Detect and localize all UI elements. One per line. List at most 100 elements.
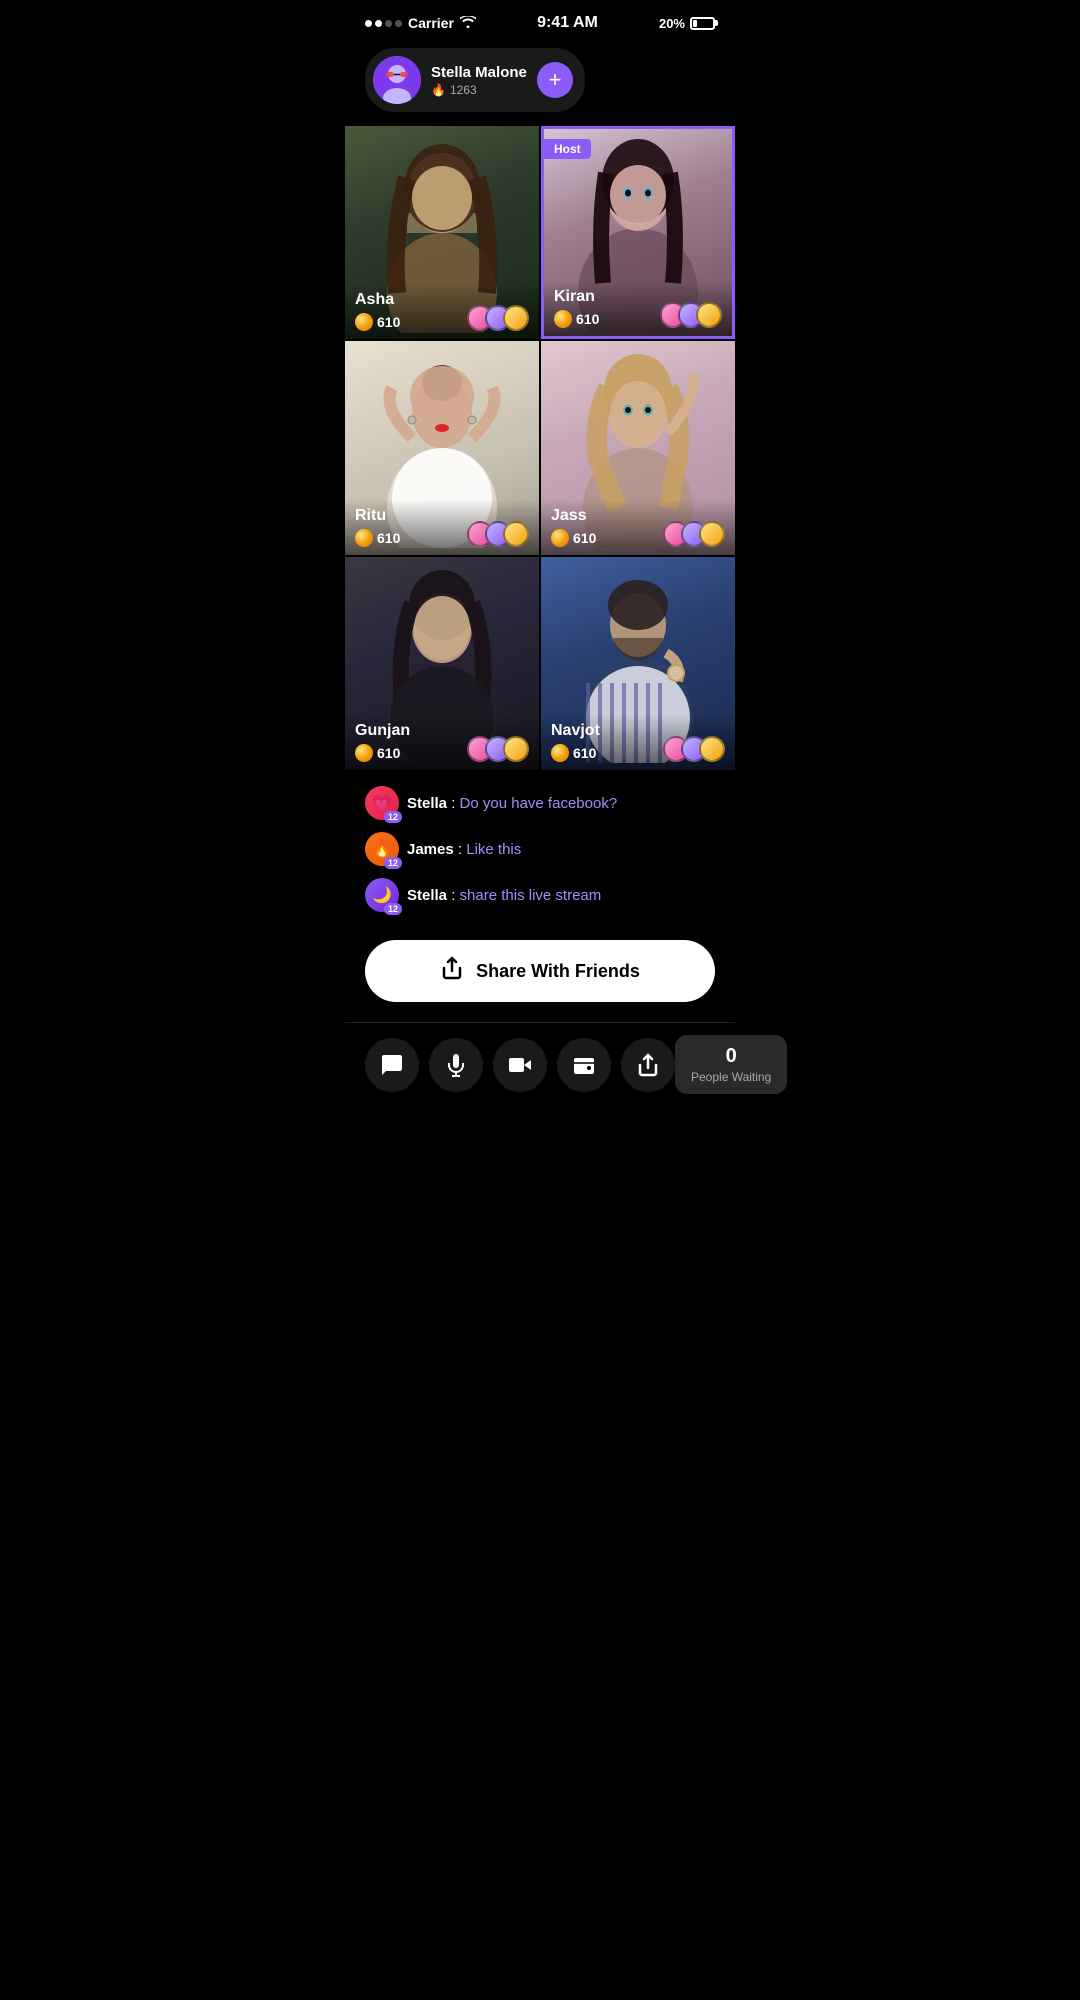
- chat-button[interactable]: [365, 1038, 419, 1092]
- chat-avatar-badge-3: 🌙 12: [365, 878, 399, 912]
- bottom-actions: [365, 1038, 675, 1092]
- chat-text-3: Stella : share this live stream: [407, 887, 601, 904]
- signal-dot-1: [365, 20, 372, 27]
- cell-avatars-asha: [467, 305, 529, 331]
- chat-content-1: Do you have facebook?: [460, 795, 618, 812]
- microphone-button[interactable]: [429, 1038, 483, 1092]
- cell-name-gunjan: Gunjan: [355, 722, 410, 740]
- coin-value-j: 610: [573, 530, 596, 546]
- video-cell-jass[interactable]: Jass 610: [541, 341, 735, 554]
- user-info: Stella Malone 🔥 1263: [431, 64, 527, 97]
- flame-icon: 🔥: [431, 83, 446, 97]
- chat-sender-1: Stella: [407, 795, 447, 812]
- coin-value-k: 610: [576, 311, 599, 327]
- coin-icon-j: [551, 529, 569, 547]
- video-grid: Asha 610: [345, 126, 735, 770]
- chat-text-1: Stella : Do you have facebook?: [407, 795, 617, 812]
- waiting-label: People Waiting: [691, 1070, 771, 1084]
- cell-name-ritu: Ritu: [355, 507, 400, 525]
- cell-info-kiran: Kiran 610: [554, 288, 599, 328]
- cell-bottom-navjot: Navjot 610: [541, 714, 735, 770]
- video-cell-asha[interactable]: Asha 610: [345, 126, 539, 339]
- wifi-icon: [460, 15, 476, 31]
- bottom-bar: 0 People Waiting: [345, 1022, 735, 1114]
- chat-content-3: share this live stream: [460, 887, 602, 904]
- cell-coins-asha: 610: [355, 313, 400, 331]
- video-button[interactable]: [493, 1038, 547, 1092]
- video-cell-ritu[interactable]: Ritu 610: [345, 341, 539, 554]
- coin-value-g: 610: [377, 745, 400, 761]
- video-cell-kiran[interactable]: Host Kiran 610: [541, 126, 735, 339]
- cell-bottom-gunjan: Gunjan 610: [345, 714, 539, 770]
- cell-coins-ritu: 610: [355, 529, 400, 547]
- coin-icon-g: [355, 744, 373, 762]
- wallet-button[interactable]: [557, 1038, 611, 1092]
- chat-level-2: 12: [384, 857, 402, 869]
- video-cell-navjot[interactable]: Navjot 610: [541, 557, 735, 770]
- carrier-label: Carrier: [408, 15, 454, 31]
- chat-avatar-badge-1: 💗 12: [365, 786, 399, 820]
- cell-name-navjot: Navjot: [551, 722, 600, 740]
- status-left: Carrier: [365, 15, 476, 31]
- chat-message-1: 💗 12 Stella : Do you have facebook?: [365, 786, 715, 820]
- chat-text-2: James : Like this: [407, 841, 521, 858]
- chat-avatar-icon-3: 🌙: [372, 885, 392, 905]
- cell-bottom-jass: Jass 610: [541, 499, 735, 555]
- share-button-icon: [440, 956, 464, 986]
- score-value: 1263: [450, 83, 477, 97]
- chat-sender-2: James: [407, 841, 454, 858]
- cell-info-jass: Jass 610: [551, 507, 596, 547]
- cell-info-gunjan: Gunjan 610: [355, 722, 410, 762]
- signal-dot-4: [395, 20, 402, 27]
- coin-value-n: 610: [573, 745, 596, 761]
- cell-coins-kiran: 610: [554, 310, 599, 328]
- chat-level-3: 12: [384, 903, 402, 915]
- chat-avatar-icon-2: 🔥: [372, 839, 392, 859]
- cell-coins-navjot: 610: [551, 744, 600, 762]
- chat-message-2: 🔥 12 James : Like this: [365, 832, 715, 866]
- cell-coins-gunjan: 610: [355, 744, 410, 762]
- cell-avatars-jass: [663, 521, 725, 547]
- mini-avatar-3: [503, 305, 529, 331]
- signal-dots: [365, 20, 402, 27]
- coin-icon-n: [551, 744, 569, 762]
- cell-info-asha: Asha 610: [355, 291, 400, 331]
- host-badge: Host: [544, 139, 591, 159]
- add-button[interactable]: +: [537, 62, 573, 98]
- video-cell-gunjan[interactable]: Gunjan 610: [345, 557, 539, 770]
- signal-dot-3: [385, 20, 392, 27]
- status-right: 20%: [659, 16, 715, 31]
- cell-name-kiran: Kiran: [554, 288, 599, 306]
- cell-avatars-navjot: [663, 736, 725, 762]
- chat-message-3: 🌙 12 Stella : share this live stream: [365, 878, 715, 912]
- chat-sender-3: Stella: [407, 887, 447, 904]
- cell-name-jass: Jass: [551, 507, 596, 525]
- waiting-count: 0: [691, 1045, 771, 1068]
- user-name: Stella Malone: [431, 64, 527, 81]
- mini-avatar-k3: [696, 302, 722, 328]
- battery-percent: 20%: [659, 16, 685, 31]
- cell-avatars-kiran: [660, 302, 722, 328]
- coin-value: 610: [377, 314, 400, 330]
- status-bar: Carrier 9:41 AM 20%: [345, 0, 735, 38]
- share-with-friends-button[interactable]: Share With Friends: [365, 940, 715, 1002]
- battery-fill: [693, 20, 697, 27]
- cell-bottom-ritu: Ritu 610: [345, 499, 539, 555]
- chat-avatar-icon-1: 💗: [372, 793, 392, 813]
- share-bottom-button[interactable]: [621, 1038, 675, 1092]
- user-header: Stella Malone 🔥 1263 +: [365, 48, 585, 112]
- chat-content-2: Like this: [466, 841, 521, 858]
- mini-avatar-g3: [503, 736, 529, 762]
- mini-avatar-r3: [503, 521, 529, 547]
- chat-level-1: 12: [384, 811, 402, 823]
- share-button-label: Share With Friends: [476, 961, 640, 982]
- chat-section: 💗 12 Stella : Do you have facebook? 🔥 12…: [345, 786, 735, 940]
- coin-value-r: 610: [377, 530, 400, 546]
- share-section: Share With Friends: [345, 940, 735, 1022]
- coin-icon-k: [554, 310, 572, 328]
- avatar: [373, 56, 421, 104]
- cell-coins-jass: 610: [551, 529, 596, 547]
- battery-icon: [690, 17, 715, 30]
- cell-info-ritu: Ritu 610: [355, 507, 400, 547]
- cell-avatars-gunjan: [467, 736, 529, 762]
